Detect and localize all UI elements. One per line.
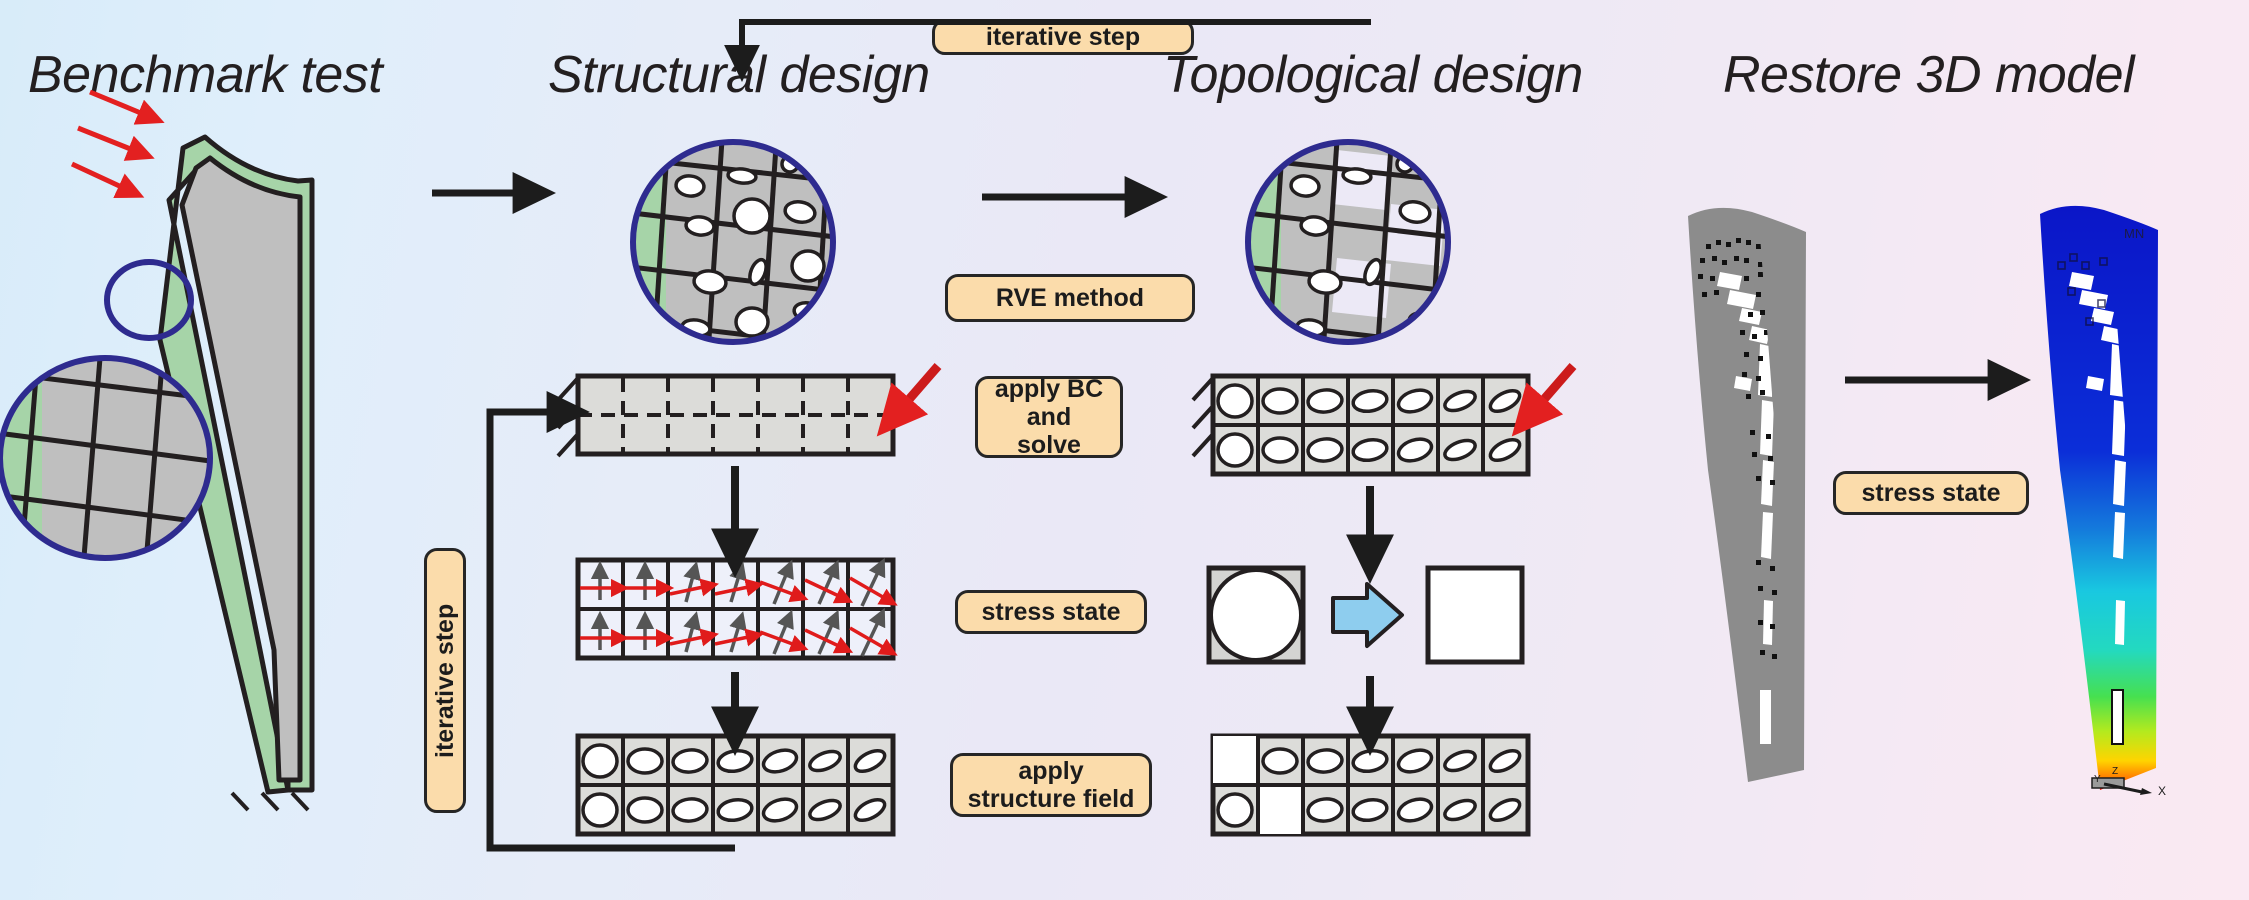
- badge-rve-method-label: RVE method: [995, 284, 1145, 312]
- stage-title-structural: Structural design: [548, 46, 930, 104]
- load-arrow-topological: [1511, 363, 1577, 437]
- fea-axis-triad: X Y Z: [2091, 766, 2166, 798]
- badge-apply-structure-field: apply structure field: [950, 753, 1152, 817]
- badge-stress-state-right: stress state: [1833, 471, 2029, 515]
- topological-bc-mesh-bar: [1191, 363, 1577, 477]
- stress-arrow-pair-r1c6: [849, 607, 898, 657]
- stress-arrow-pair-r1c1: [625, 610, 675, 650]
- stress-arrow-pair-r1c2: [669, 611, 719, 653]
- badge-iterative-step-top: iterative step: [932, 19, 1194, 55]
- void-cell-r0c0: [1213, 736, 1258, 785]
- restored-model-body: [1688, 207, 1806, 783]
- stress-arrow-pair-r0c0: [580, 560, 630, 600]
- stage-title-benchmark: Benchmark test: [28, 46, 383, 104]
- flow-loop-left-iterative: [486, 391, 735, 852]
- badge-structure-field-line2: structure field: [967, 785, 1135, 813]
- topological-design-inset: [1245, 139, 1451, 345]
- badge-stress-state-center: stress state: [955, 590, 1147, 634]
- callout-circle-benchmark: [0, 355, 213, 561]
- stress-arrow-pair-r1c0: [580, 610, 630, 650]
- structural-structure-field-cells: [575, 733, 896, 837]
- void-cell-r1c1: [1258, 785, 1303, 834]
- fea-model-body: [2040, 205, 2158, 791]
- stage-title-topological: Topological design: [1163, 46, 1583, 104]
- badge-rve-method: RVE method: [945, 274, 1195, 322]
- benchmark-mesh-inset: [0, 355, 213, 561]
- load-arrow-structural: [876, 363, 942, 437]
- fea-min-label: MN: [2124, 226, 2144, 241]
- fea-axis-x-label: X: [2158, 784, 2166, 798]
- stage-title-restore: Restore 3D model: [1723, 46, 2135, 104]
- stress-arrow-pair-r0c1: [625, 560, 675, 600]
- fixed-support-hatch-blade: [230, 791, 310, 812]
- restored-model-topology-texture: [1698, 238, 1800, 744]
- badge-apply-bc-line1: apply BC: [994, 375, 1104, 403]
- badge-apply-bc-line2: and solve: [1017, 403, 1081, 459]
- fea-axis-z-label: Z: [2112, 766, 2118, 777]
- callout-circle-structural: [630, 139, 836, 345]
- rve-source-cell: [1206, 565, 1306, 665]
- badge-structure-field-line1: apply: [1018, 757, 1084, 785]
- topological-structure-field-cells: [1210, 733, 1531, 837]
- callout-circle-topological: [1245, 139, 1451, 345]
- transform-arrow-icon: [1331, 582, 1404, 648]
- fixed-support-hatch-structural: [556, 376, 580, 458]
- restored-3d-model: [1688, 207, 1806, 783]
- rve-source-hole-icon: [1209, 568, 1303, 662]
- fea-axis-y-label: Y: [2094, 774, 2101, 785]
- structural-stress-cells: [575, 557, 898, 661]
- badge-apply-bc-and-solve: apply BC and solve: [975, 375, 1123, 459]
- stress-arrow-pair-r1c3: [714, 611, 764, 653]
- benchmark-blade: [70, 89, 315, 812]
- fea-stress-contour-model: MN X Y Z: [2040, 205, 2166, 798]
- callout-circle-small: [104, 259, 194, 341]
- stress-arrow-pair-r0c5: [804, 559, 854, 605]
- stress-arrow-pair-r1c4: [759, 609, 809, 655]
- fea-model-voids: [2057, 253, 2152, 745]
- stress-arrow-pair-r0c6: [849, 557, 898, 607]
- structural-bc-mesh-bar: [556, 363, 942, 458]
- badge-iterative-step-left: iterative step: [424, 548, 466, 813]
- stress-arrow-pair-r0c4: [759, 559, 809, 605]
- stress-arrow-pair-r1c5: [804, 609, 854, 655]
- figure-root: Benchmark test Structural design Topolog…: [0, 0, 2249, 900]
- topological-rve-transform: [1206, 565, 1525, 665]
- structural-design-inset: [630, 139, 836, 345]
- load-arrows: [70, 89, 165, 199]
- rve-target-cell: [1425, 565, 1525, 665]
- fixed-support-hatch-topological: [1191, 376, 1215, 458]
- stress-arrow-pair-r0c2: [669, 561, 719, 603]
- stress-arrow-pair-r0c3: [714, 561, 764, 603]
